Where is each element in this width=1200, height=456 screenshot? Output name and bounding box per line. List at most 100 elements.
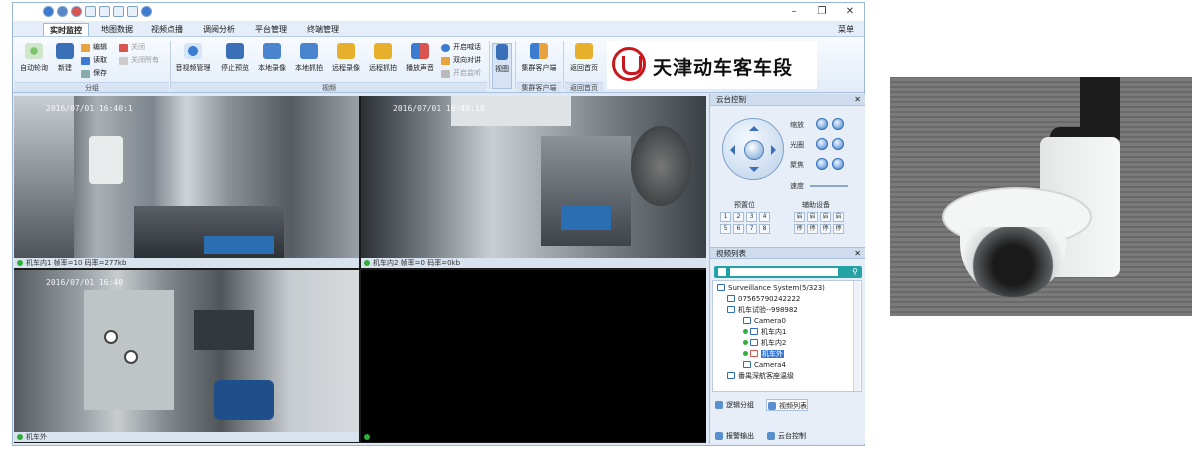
tree-node-camera[interactable]: Camera0 <box>743 316 786 327</box>
video-pane-3[interactable]: 2016/07/01 16:40 机车外 <box>14 270 359 442</box>
maximize-button[interactable]: ❐ <box>808 4 836 20</box>
preset-key[interactable]: 8 <box>759 224 770 234</box>
remote-record-button[interactable]: 远程录像 <box>329 43 363 73</box>
arrow-right-icon[interactable] <box>771 145 781 155</box>
tab-terminal-manage[interactable]: 终端管理 <box>301 23 345 36</box>
remote-camera-icon <box>374 43 392 59</box>
arrow-up-icon[interactable] <box>749 121 759 131</box>
tab-alarm-output[interactable]: 报警输出 <box>714 430 754 442</box>
ptz-close-icon[interactable]: ✕ <box>854 94 861 106</box>
tree-node-device[interactable]: 07565790242222 <box>727 294 800 305</box>
video-pane-2[interactable]: 2016/07/01 16:40:19 机车内2 帧率=0 码率=0kb <box>361 96 706 268</box>
remote-video-icon <box>337 43 355 59</box>
tab-logic-group[interactable]: 逻辑分组 <box>714 399 754 411</box>
close-button[interactable]: ✕ <box>836 4 864 20</box>
tree-node-root[interactable]: Surveillance System(5/323) <box>717 283 825 294</box>
edit-button[interactable]: 编辑 <box>81 42 107 53</box>
preset-key[interactable]: 2 <box>733 212 744 222</box>
quick-map-icon[interactable] <box>85 6 96 17</box>
tree-node-device[interactable]: 机车试验--998982 <box>727 305 798 316</box>
local-capture-button[interactable]: 本地抓拍 <box>292 43 326 73</box>
dome-camera-photo <box>890 77 1192 316</box>
tree-scrollbar[interactable] <box>853 281 860 391</box>
quick-grid-icon[interactable] <box>127 6 138 17</box>
preset-key[interactable]: 4 <box>759 212 770 222</box>
video-pane-1[interactable]: 2016/07/01 16:40:1 机车内1 帧率=10 码率=277kb <box>14 96 359 268</box>
aux-stop-key[interactable]: 停 <box>820 224 831 234</box>
search-icon[interactable]: ⚲ <box>852 267 858 276</box>
zoom-out-button[interactable] <box>832 118 844 130</box>
read-icon <box>81 57 90 65</box>
preset-key[interactable]: 6 <box>733 224 744 234</box>
video-manage-button[interactable]: 音视频管理 <box>173 43 213 73</box>
iris-close-button[interactable] <box>832 138 844 150</box>
tree-node-camera[interactable]: 机车内1 <box>743 327 786 338</box>
preset-key[interactable]: 3 <box>746 212 757 222</box>
quick-camera-icon[interactable] <box>57 6 68 17</box>
aux-start-key[interactable]: 启 <box>794 212 805 222</box>
play-sound-button[interactable]: 播放声音 <box>403 43 437 73</box>
filter-icon[interactable] <box>718 268 726 276</box>
video-status-caption <box>361 432 706 442</box>
ptz-center-button[interactable] <box>744 140 764 160</box>
camera-icon <box>750 339 758 346</box>
video-list-close-icon[interactable]: ✕ <box>854 248 861 260</box>
tab-platform-manage[interactable]: 平台管理 <box>249 23 293 36</box>
read-button[interactable]: 读取 <box>81 55 107 66</box>
preset-key[interactable]: 5 <box>720 224 731 234</box>
close-all-button[interactable]: 关闭所有 <box>119 55 159 66</box>
tree-node-camera-selected[interactable]: 机车外 <box>743 349 784 360</box>
quick-user-icon[interactable] <box>99 6 110 17</box>
tab-video-on-demand[interactable]: 视频点播 <box>145 23 189 36</box>
video-pane-4[interactable] <box>361 270 706 442</box>
tab-map-data[interactable]: 地图数据 <box>95 23 139 36</box>
quick-record-icon[interactable] <box>71 6 82 17</box>
aux-stop-key[interactable]: 停 <box>833 224 844 234</box>
aux-stop-key[interactable]: 停 <box>794 224 805 234</box>
view-button[interactable]: 视图 <box>492 43 512 89</box>
tab-video-list[interactable]: 视频列表 <box>766 399 808 411</box>
tree-node-camera[interactable]: 机车内2 <box>743 338 786 349</box>
quick-list-icon[interactable] <box>113 6 124 17</box>
preset-key[interactable]: 1 <box>720 212 731 222</box>
speed-slider[interactable] <box>810 185 848 187</box>
ptz-direction-pad[interactable] <box>722 118 784 180</box>
arrow-down-icon[interactable] <box>749 167 759 177</box>
local-record-button[interactable]: 本地录像 <box>255 43 289 73</box>
tab-realtime-monitor[interactable]: 实时监控 <box>43 23 89 36</box>
two-way-talk-button[interactable]: 双向对讲 <box>441 55 481 66</box>
close-group-button[interactable]: 关闭 <box>119 42 145 53</box>
open-listen-button[interactable]: 开启监听 <box>441 68 481 79</box>
search-input[interactable] <box>730 268 838 276</box>
tree-node-device[interactable]: 番禺深航客座温级 <box>727 371 794 382</box>
iris-open-button[interactable] <box>816 138 828 150</box>
online-status-icon <box>743 351 748 356</box>
cluster-client-button[interactable]: 集群客户端 <box>519 43 559 73</box>
quick-settings-icon[interactable] <box>141 6 152 17</box>
tab-ptz-control[interactable]: 云台控制 <box>766 430 806 442</box>
auto-poll-button[interactable]: 自动轮询 <box>17 43 51 73</box>
menu-dropdown[interactable]: 菜单 <box>838 23 854 36</box>
tab-review-analysis[interactable]: 调阅分析 <box>197 23 241 36</box>
return-home-button[interactable]: 返回首页 <box>565 43 603 73</box>
aux-start-key[interactable]: 启 <box>820 212 831 222</box>
arrow-left-icon[interactable] <box>725 145 735 155</box>
aux-stop-key[interactable]: 停 <box>807 224 818 234</box>
remote-capture-button[interactable]: 远程抓拍 <box>366 43 400 73</box>
video-camera-icon <box>263 43 281 59</box>
device-icon <box>727 372 735 379</box>
tree-node-camera[interactable]: Camera4 <box>743 360 786 371</box>
new-button[interactable]: 新建 <box>53 43 77 73</box>
save-button[interactable]: 保存 <box>81 68 107 79</box>
camera-feed-image <box>361 96 706 258</box>
zoom-in-button[interactable] <box>816 118 828 130</box>
aux-start-key[interactable]: 启 <box>833 212 844 222</box>
stop-preview-button[interactable]: 停止预览 <box>219 43 251 73</box>
preset-key[interactable]: 7 <box>746 224 757 234</box>
aux-start-key[interactable]: 启 <box>807 212 818 222</box>
focus-near-button[interactable] <box>816 158 828 170</box>
focus-far-button[interactable] <box>832 158 844 170</box>
minimize-button[interactable]: – <box>780 4 808 20</box>
video-manage-icon <box>184 43 202 59</box>
open-call-button[interactable]: 开启喊话 <box>441 42 481 53</box>
